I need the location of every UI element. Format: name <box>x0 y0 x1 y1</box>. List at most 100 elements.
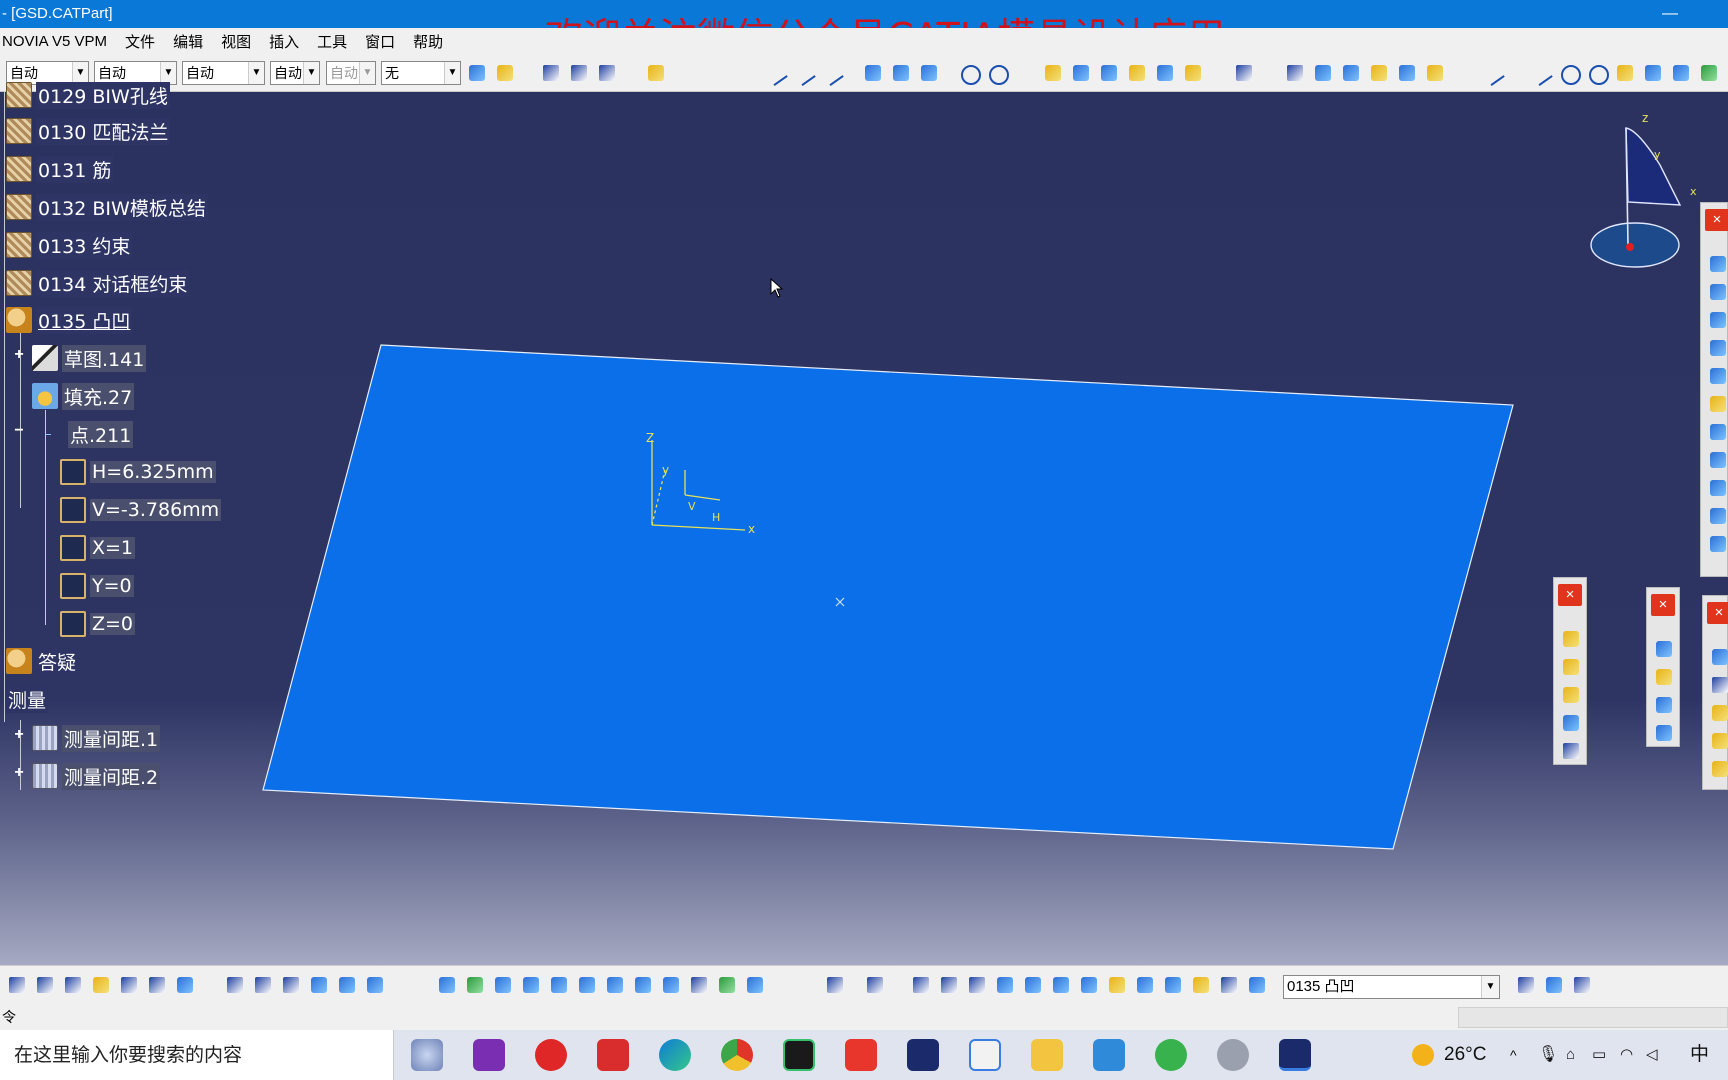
hole-icon[interactable] <box>1653 694 1673 714</box>
fillet-icon[interactable] <box>1707 533 1727 553</box>
print-icon[interactable] <box>6 974 28 996</box>
chrome-icon[interactable] <box>721 1039 753 1071</box>
note-icon[interactable] <box>1560 656 1580 676</box>
iso-view-icon[interactable] <box>660 974 682 996</box>
tree-item[interactable]: 测量间距.1 <box>32 723 161 753</box>
collapse-icon[interactable]: − <box>13 423 25 439</box>
tree-item[interactable]: 点.211 <box>42 419 134 449</box>
constraint-icon[interactable] <box>1653 722 1673 742</box>
list-icon[interactable] <box>1218 974 1240 996</box>
fill-surface-polygon[interactable] <box>262 344 1514 850</box>
measure-icon[interactable] <box>1134 974 1156 996</box>
hide-show-icon[interactable] <box>716 974 738 996</box>
xmind-icon[interactable] <box>845 1039 877 1071</box>
cut-icon[interactable] <box>34 974 56 996</box>
weather-temperature[interactable]: 26°C <box>1444 1030 1486 1080</box>
set-icon[interactable] <box>1246 974 1268 996</box>
youdao-icon[interactable] <box>597 1039 629 1071</box>
solid-icon[interactable] <box>1707 421 1727 441</box>
grid-icon[interactable] <box>1709 674 1728 694</box>
fly-icon[interactable] <box>436 974 458 996</box>
microphone-icon[interactable]: 🎙 <box>1538 1030 1558 1080</box>
expand-icon[interactable]: + <box>13 765 25 781</box>
parameter-icon[interactable] <box>1709 730 1728 750</box>
comment-icon[interactable] <box>252 974 274 996</box>
flange-icon[interactable] <box>1653 666 1673 686</box>
power-input-field[interactable] <box>1458 1007 1728 1028</box>
analysis-icon[interactable] <box>1571 974 1593 996</box>
shading-icon[interactable] <box>688 974 710 996</box>
battery-icon[interactable]: ▭ <box>1592 1030 1606 1080</box>
tree-parameter[interactable]: V=-3.786mm <box>60 495 222 525</box>
tree-item[interactable]: 0133 约束 <box>6 230 133 260</box>
draft-icon[interactable] <box>1707 505 1727 525</box>
chevron-down-icon[interactable]: ▼ <box>1481 976 1499 998</box>
tree-item[interactable]: 0134 对话框约束 <box>6 268 190 298</box>
tree-item[interactable]: 测量间距.2 <box>32 761 161 791</box>
help-icon[interactable] <box>174 974 196 996</box>
light-icon[interactable] <box>1190 974 1212 996</box>
file-explorer-icon[interactable] <box>1031 1039 1063 1071</box>
current-set-combo[interactable]: 0135 凸凹 ▼ <box>1283 975 1500 999</box>
sheet-icon[interactable] <box>364 974 386 996</box>
tree-item[interactable]: 测量 <box>6 684 49 714</box>
ime-indicator[interactable]: 中 <box>1690 1030 1709 1080</box>
redo-icon[interactable] <box>146 974 168 996</box>
tree-item-active-geoset[interactable]: 0135 凸凹 <box>6 305 133 335</box>
volume-icon[interactable]: ◁ <box>1646 1030 1658 1080</box>
chart-icon[interactable] <box>1560 684 1580 704</box>
function-icon[interactable] <box>1709 646 1728 666</box>
formula-icon[interactable] <box>1709 758 1728 778</box>
pan-icon[interactable] <box>492 974 514 996</box>
tree-item[interactable]: 0132 BIW模板总结 <box>6 192 208 222</box>
copy-icon[interactable] <box>62 974 84 996</box>
onenote-icon[interactable] <box>473 1039 505 1071</box>
multi-view-icon[interactable] <box>632 974 654 996</box>
spell-check-icon[interactable] <box>1515 974 1537 996</box>
work-on-support-icon[interactable] <box>994 974 1016 996</box>
snap-icon[interactable] <box>1050 974 1072 996</box>
reuse-icon[interactable] <box>336 974 358 996</box>
catia-active-icon[interactable] <box>1279 1039 1311 1071</box>
close-button[interactable]: × <box>1558 584 1582 606</box>
tree-item[interactable]: 0130 匹配法兰 <box>6 116 171 146</box>
tree-parameter[interactable]: Y=0 <box>60 571 134 601</box>
taskbar-search-input[interactable]: 在这里输入你要搜索的内容 <box>0 1030 394 1080</box>
catia-icon[interactable] <box>907 1039 939 1071</box>
normal-view-icon[interactable] <box>604 974 626 996</box>
rotate-view-icon[interactable] <box>520 974 542 996</box>
compass-icon[interactable]: z y x <box>1580 110 1700 280</box>
music-app-icon[interactable] <box>535 1039 567 1071</box>
fit-all-icon[interactable] <box>464 974 486 996</box>
pycharm-icon[interactable] <box>783 1039 815 1071</box>
zoom-in-icon[interactable] <box>548 974 570 996</box>
hand-icon[interactable] <box>938 974 960 996</box>
tree-parameter[interactable]: H=6.325mm <box>60 457 216 487</box>
close-button[interactable]: × <box>1651 594 1675 616</box>
pad-icon[interactable] <box>1707 253 1727 273</box>
tree-item[interactable]: 草图.141 <box>32 343 147 373</box>
table-icon[interactable] <box>280 974 302 996</box>
hierarchy-icon[interactable] <box>1162 974 1184 996</box>
paste-icon[interactable] <box>90 974 112 996</box>
tree-item[interactable]: 0131 筋 <box>6 154 114 184</box>
tree-icon[interactable] <box>308 974 330 996</box>
update-all-icon[interactable] <box>824 974 846 996</box>
tree-item[interactable]: 0129 BIW孔线 <box>6 80 170 110</box>
shape-icon[interactable] <box>1560 712 1580 732</box>
part-icon[interactable] <box>1543 974 1565 996</box>
swap-space-icon[interactable] <box>744 974 766 996</box>
wifi-icon[interactable]: ◠ <box>1620 1030 1633 1080</box>
baidu-netdisk-icon[interactable] <box>969 1039 1001 1071</box>
thick-icon[interactable] <box>1707 449 1727 469</box>
slot-icon[interactable] <box>1707 393 1727 413</box>
recorder-icon[interactable] <box>1217 1039 1249 1071</box>
rib-icon[interactable] <box>1707 365 1727 385</box>
tree-item[interactable]: 答疑 <box>6 646 79 676</box>
rotate-icon[interactable] <box>910 974 932 996</box>
chevron-up-icon[interactable]: ^ <box>1510 1030 1517 1080</box>
close-button[interactable]: × <box>1705 209 1728 231</box>
tree-item[interactable]: 填充.27 <box>32 381 135 411</box>
table-icon[interactable] <box>1709 702 1728 722</box>
split-icon[interactable] <box>1707 477 1727 497</box>
